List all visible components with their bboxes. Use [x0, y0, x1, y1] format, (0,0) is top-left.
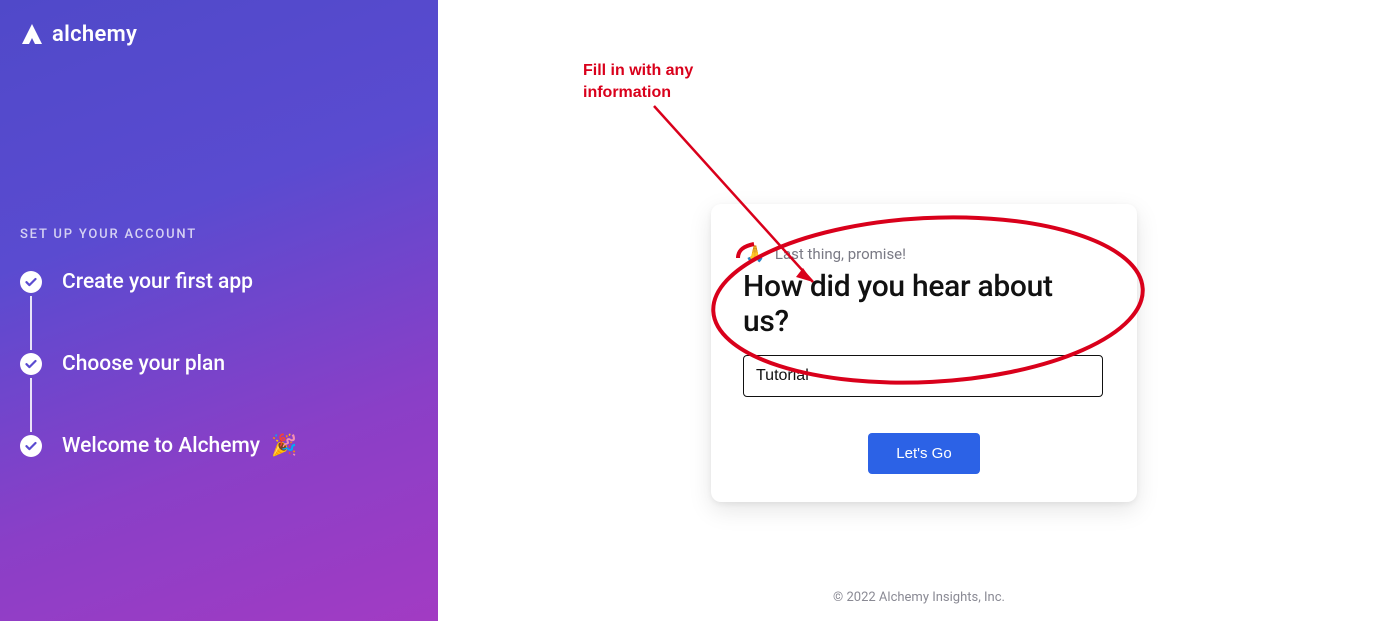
card-title: How did you hear about us? — [743, 269, 1105, 339]
step-create-app: Create your first app — [20, 270, 418, 294]
party-popper-icon: 🎉 — [271, 434, 297, 458]
step-label: Choose your plan — [62, 352, 225, 376]
pray-icon: 🙏 — [745, 244, 765, 263]
card-eyebrow-text: Last thing, promise! — [775, 245, 906, 263]
referral-input[interactable] — [743, 355, 1103, 397]
check-circle-icon — [20, 435, 42, 457]
lets-go-button[interactable]: Let's Go — [868, 433, 979, 474]
onboarding-sidebar: alchemy SET UP YOUR ACCOUNT Create your … — [0, 0, 438, 621]
step-connector — [30, 296, 32, 350]
step-label: Create your first app — [62, 270, 253, 294]
step-welcome: Welcome to Alchemy 🎉 — [20, 434, 418, 458]
step-connector — [30, 378, 32, 432]
main-content: 🙏 Last thing, promise! How did you hear … — [438, 0, 1400, 621]
alchemy-logo-icon — [20, 23, 44, 47]
step-label: Welcome to Alchemy 🎉 — [62, 434, 297, 458]
footer-copyright: © 2022 Alchemy Insights, Inc. — [438, 590, 1400, 605]
annotation-callout-text: Fill in with any information — [583, 60, 693, 103]
check-circle-icon — [20, 271, 42, 293]
card-eyebrow: 🙏 Last thing, promise! — [745, 244, 1105, 263]
annotation-line-2: information — [583, 82, 693, 104]
brand-logo: alchemy — [20, 22, 418, 47]
sidebar-section-heading: SET UP YOUR ACCOUNT — [20, 227, 418, 242]
referral-card: 🙏 Last thing, promise! How did you hear … — [711, 204, 1137, 502]
step-choose-plan: Choose your plan — [20, 352, 418, 376]
check-circle-icon — [20, 353, 42, 375]
annotation-line-1: Fill in with any — [583, 60, 693, 82]
onboarding-steps: Create your first app Choose your plan W… — [20, 270, 418, 458]
brand-name: alchemy — [52, 22, 137, 47]
step-label-text: Welcome to Alchemy — [62, 434, 260, 458]
